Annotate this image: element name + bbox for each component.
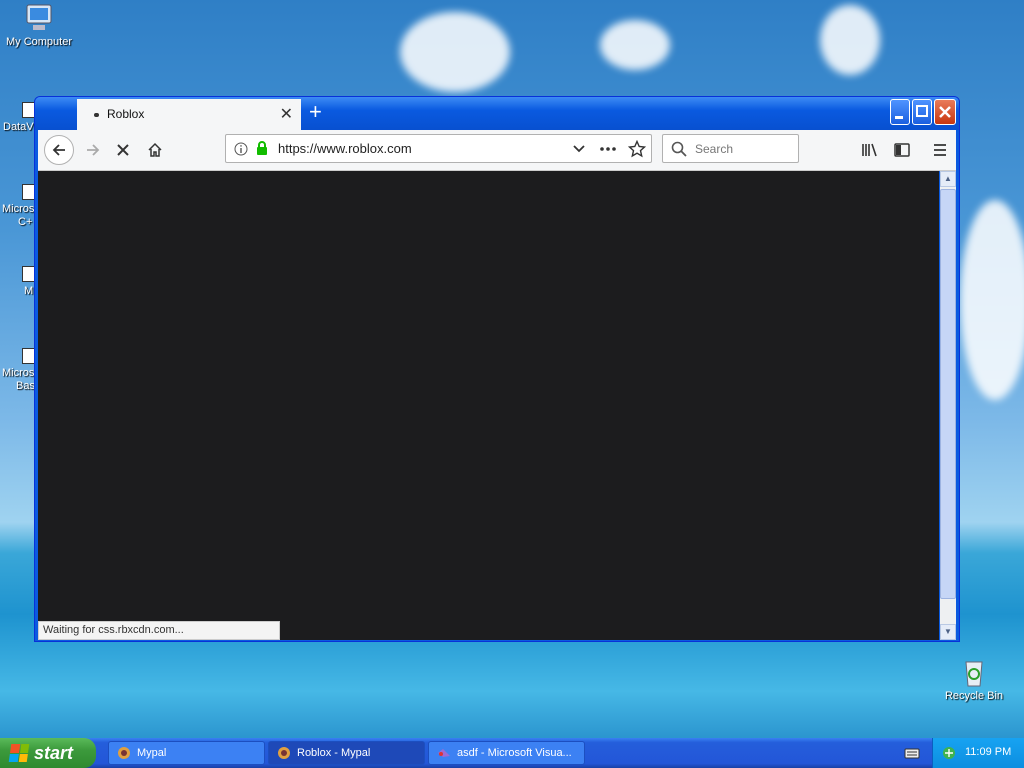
- search-input[interactable]: Search: [662, 134, 799, 163]
- home-icon: [148, 142, 162, 157]
- mypal-icon: [278, 747, 290, 759]
- library-icon: [862, 143, 877, 157]
- taskbar-button-mypal[interactable]: Mypal: [108, 741, 265, 765]
- status-text: Waiting for css.rbxcdn.com...: [38, 621, 280, 640]
- desktop-icon-label: Recycle Bin: [944, 690, 1004, 702]
- search-placeholder: Search: [695, 142, 734, 156]
- lock-icon: [257, 141, 267, 155]
- clock[interactable]: 11:09 PM: [965, 746, 1011, 758]
- desktop-icon-label[interactable]: M: [24, 285, 33, 297]
- windows-logo-icon: [8, 744, 30, 762]
- desktop-icon-label: My Computer: [5, 36, 73, 48]
- new-tab-button[interactable]: +: [309, 100, 322, 124]
- taskbar: start Mypal Roblox - Mypal asdf - Micros…: [0, 738, 1024, 768]
- cloud: [960, 200, 1024, 400]
- recycle-bin-icon: [958, 656, 990, 688]
- maximize-button[interactable]: [912, 99, 932, 125]
- info-icon: [234, 142, 248, 156]
- taskbar-button-visual-studio[interactable]: asdf - Microsoft Visua...: [428, 741, 585, 765]
- tab-title: Roblox: [107, 107, 145, 121]
- chevron-down-icon: [573, 145, 585, 153]
- desktop-icon-recycle-bin[interactable]: Recycle Bin: [935, 656, 1013, 702]
- taskbar-button-label: Mypal: [137, 747, 167, 759]
- page-content[interactable]: [38, 171, 939, 640]
- network-icon[interactable]: [941, 745, 957, 761]
- sidebar-icon: [894, 143, 910, 157]
- minimize-button[interactable]: [890, 99, 910, 125]
- navigation-toolbar: https://www.roblox.com Search: [38, 130, 956, 171]
- cloud: [600, 20, 670, 70]
- close-tab-icon[interactable]: ✕: [280, 104, 293, 124]
- url-bar[interactable]: https://www.roblox.com: [225, 134, 652, 163]
- system-tray: 11:09 PM: [932, 738, 1024, 768]
- back-button[interactable]: [42, 130, 76, 170]
- title-bar[interactable]: Roblox ✕ +: [35, 97, 959, 130]
- forward-button[interactable]: [80, 130, 106, 170]
- hamburger-menu-icon: [934, 144, 946, 156]
- cloud: [820, 5, 880, 75]
- url-text: https://www.roblox.com: [278, 141, 412, 156]
- bookmark-star-icon: [628, 140, 646, 158]
- tab-roblox[interactable]: Roblox ✕: [77, 99, 301, 130]
- forward-arrow-icon: [87, 144, 100, 156]
- desktop-icon-label[interactable]: Bas: [16, 380, 35, 392]
- desktop-icon-label[interactable]: DataV: [3, 121, 34, 133]
- taskbar-button-roblox-mypal[interactable]: Roblox - Mypal: [268, 741, 425, 765]
- search-icon: [671, 141, 687, 157]
- close-window-button[interactable]: [934, 99, 956, 125]
- sidebar-button[interactable]: [890, 130, 914, 170]
- computer-icon: [23, 2, 55, 34]
- library-button[interactable]: [858, 130, 882, 170]
- page-actions-icon: [600, 147, 616, 151]
- scroll-thumb[interactable]: [940, 189, 956, 599]
- stop-button[interactable]: [110, 130, 136, 170]
- vertical-scrollbar[interactable]: ▲ ▼: [940, 171, 956, 640]
- scroll-down-arrow[interactable]: ▼: [940, 624, 956, 640]
- favicon-icon: [94, 113, 99, 117]
- desktop-icon-my-computer[interactable]: My Computer: [0, 2, 78, 48]
- home-button[interactable]: [142, 130, 168, 170]
- start-button[interactable]: start: [0, 738, 96, 768]
- start-label: start: [34, 742, 74, 763]
- taskbar-button-label: asdf - Microsoft Visua...: [457, 747, 572, 759]
- visual-studio-icon: [438, 749, 450, 757]
- menu-button[interactable]: [928, 130, 952, 170]
- stop-icon: [117, 144, 129, 156]
- desktop-icon-label[interactable]: C+: [18, 216, 32, 228]
- cloud: [400, 12, 510, 92]
- taskbar-button-label: Roblox - Mypal: [297, 747, 371, 759]
- scroll-up-arrow[interactable]: ▲: [940, 171, 956, 187]
- back-arrow-icon: [52, 144, 65, 156]
- mypal-icon: [118, 747, 130, 759]
- keyboard-icon[interactable]: [904, 746, 920, 760]
- browser-window: Roblox ✕ + https://www.roblox.com Search…: [34, 96, 960, 642]
